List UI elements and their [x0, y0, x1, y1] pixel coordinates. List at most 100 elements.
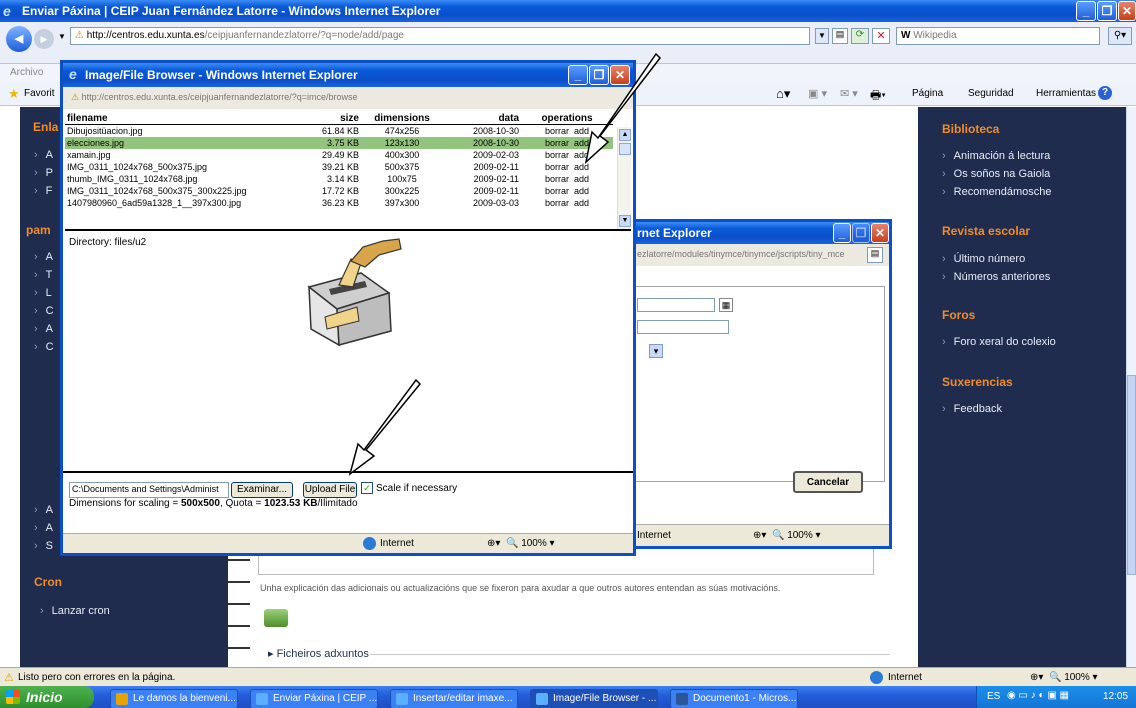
taskbar-button[interactable]: Enviar Páxina | CEIP ... — [250, 689, 378, 708]
stop-icon[interactable]: ✕ — [872, 28, 890, 44]
taskbar-button[interactable]: Documento1 - Micros... — [670, 689, 798, 708]
insert-maximize-button[interactable]: ❐ — [852, 223, 870, 243]
biblioteca-item[interactable]: Os soños na Gaiola — [942, 168, 1051, 180]
help-icon[interactable]: ? — [1098, 86, 1112, 100]
back-button[interactable]: ◀ — [6, 26, 32, 52]
close-button[interactable]: ✕ — [1118, 1, 1136, 21]
cell-filename[interactable]: xamain.jpg — [65, 149, 293, 161]
address-bar[interactable]: ⚠ http://centros.edu.xunta.es/ceipjuanfe… — [70, 27, 810, 45]
ie-task-icon — [256, 693, 268, 705]
search-button-icon[interactable]: ⚲▾ — [1108, 27, 1132, 45]
search-input[interactable]: W Wikipedia — [896, 27, 1100, 45]
language-indicator[interactable]: ES — [987, 691, 1000, 702]
minimize-button[interactable]: _ — [1076, 1, 1096, 21]
column-header-size[interactable]: size — [293, 113, 361, 125]
left-item[interactable]: F — [34, 185, 53, 197]
clock: 12:05 — [1103, 691, 1129, 702]
fb-globe-icon — [363, 537, 376, 550]
history-dropdown-icon[interactable]: ▼ — [58, 32, 66, 41]
left-item[interactable]: S — [34, 540, 53, 552]
left-item[interactable]: A — [34, 504, 53, 516]
scrollbar-thumb[interactable] — [1127, 375, 1136, 575]
left-item[interactable]: A — [34, 323, 53, 335]
print-icon[interactable]: 🖶▾ — [870, 86, 886, 107]
cell-filename[interactable]: 1407980960_6ad59a1328_1__397x300.jpg — [65, 197, 293, 209]
start-button[interactable]: Inicio — [0, 686, 94, 708]
home-icon[interactable]: ⌂▾ — [776, 86, 790, 102]
cell-dims: 397x300 — [384, 197, 420, 208]
refresh-icon[interactable]: ⟳ — [851, 28, 869, 44]
revista-item[interactable]: Último número — [942, 253, 1026, 265]
fb-statusbar: Internet ⊕▾ 🔍 100% ▾ — [63, 533, 633, 553]
cmd-seguridad[interactable]: Seguridad — [968, 88, 1014, 99]
start-label: Inicio — [26, 689, 63, 705]
cmd-pagina[interactable]: Página — [912, 88, 943, 99]
maximize-button[interactable]: ❐ — [1097, 1, 1117, 21]
cell-filename[interactable]: Dibujositüacion.jpg — [65, 125, 293, 137]
suxerencias-item[interactable]: Feedback — [942, 403, 1002, 415]
insert-compat-icon[interactable]: ▤ — [867, 247, 883, 263]
taskbar-button[interactable]: Insertar/editar imaxe... — [390, 689, 518, 708]
biblioteca-item[interactable]: Recomendámosche — [942, 186, 1052, 198]
cell-ops[interactable]: borrar add — [521, 185, 613, 197]
taskbar-button[interactable]: Le damos la bienveni... — [110, 689, 238, 708]
left-item[interactable]: C — [34, 341, 54, 353]
left-item[interactable]: A — [34, 149, 53, 161]
cmd-herramientas[interactable]: Herramientas — [1036, 88, 1096, 99]
cell-ops[interactable]: borrar add — [521, 197, 613, 209]
forward-button[interactable]: ▶ — [34, 29, 54, 49]
scale-checkbox[interactable]: ✓ — [361, 482, 373, 494]
attach-image-icon[interactable] — [264, 609, 288, 627]
status-zoom[interactable]: ⊕▾ 🔍 100% ▾ — [1030, 672, 1098, 683]
cell-filename[interactable]: thumb_IMG_0311_1024x768.jpg — [65, 173, 293, 185]
warning-icon[interactable]: ⚠ — [4, 671, 14, 684]
left-item[interactable]: A — [34, 251, 53, 263]
cell-ops[interactable]: borrar add — [521, 173, 613, 185]
insert-close-button[interactable]: ✕ — [871, 223, 889, 243]
taskbar-label: Insertar/editar imaxe... — [413, 693, 513, 704]
upload-button[interactable]: Upload File — [303, 482, 357, 498]
taskbar-button-active[interactable]: Image/File Browser - ... — [530, 689, 658, 708]
fb-zoom[interactable]: ⊕▾ 🔍 100% ▾ — [487, 538, 555, 549]
left-item[interactable]: T — [34, 269, 53, 281]
feeds-icon[interactable]: ▣ ▾ — [808, 87, 827, 100]
cell-filename[interactable]: elecciones.jpg — [65, 136, 293, 149]
favorites-button[interactable]: Favorit — [24, 88, 55, 99]
attachments-link[interactable]: ▸ Ficheiros adxuntos — [268, 647, 369, 660]
tray-icons[interactable]: ◉ ▭ ♪ ◐ ▣ ▦ — [1007, 690, 1069, 701]
column-header-filename[interactable]: filename — [65, 113, 293, 125]
left-item[interactable]: L — [34, 287, 52, 299]
column-header-dimensions[interactable]: dimensions — [361, 113, 443, 125]
address-dropdown-icon[interactable]: ▼ — [815, 28, 829, 44]
menu-archivo[interactable]: Archivo — [10, 67, 43, 78]
insert-zoom[interactable]: ⊕▾ 🔍 100% ▾ — [753, 530, 821, 541]
revista-item[interactable]: Números anteriores — [942, 271, 1051, 283]
page-scrollbar[interactable] — [1126, 107, 1136, 667]
file-path-input[interactable]: C:\Documents and Settings\Administ — [69, 482, 229, 498]
table-row[interactable]: Dibujositüacion.jpg 61.84 KB 474x256 2008-1… — [65, 125, 613, 137]
table-row[interactable]: IMG_0311_1024x768_500x375.jpg 39.21 KB 500… — [65, 161, 613, 173]
table-row-selected[interactable]: elecciones.jpg 3.75 KB 123x130 2008-10-30 bo… — [65, 136, 613, 149]
left-item[interactable]: A — [34, 522, 53, 534]
table-row[interactable]: xamain.jpg 29.49 KB 400x300 2009-02-03 borra… — [65, 149, 613, 161]
left-item[interactable]: P — [34, 167, 53, 179]
cron-title: Cron — [34, 575, 62, 589]
column-header-data[interactable]: data — [443, 113, 521, 125]
lanzar-cron-link[interactable]: Lanzar cron — [40, 605, 110, 617]
table-row[interactable]: 1407980960_6ad59a1328_1__397x300.jpg 36.2… — [65, 197, 613, 209]
left-item[interactable]: C — [34, 305, 54, 317]
insert-minimize-button[interactable]: _ — [833, 223, 851, 243]
cell-filename[interactable]: IMG_0311_1024x768_500x375.jpg — [65, 161, 293, 173]
browse-button[interactable]: Examinar... — [231, 482, 293, 498]
biblioteca-item[interactable]: Animación á lectura — [942, 150, 1051, 162]
mail-icon[interactable]: ✉ ▾ — [840, 87, 858, 100]
scroll-down-icon[interactable]: ▼ — [619, 215, 631, 227]
favorites-star-icon[interactable]: ★ — [8, 86, 20, 102]
table-row[interactable]: IMG_0311_1024x768_500x375_300x225.jpg 17.… — [65, 185, 613, 197]
compat-icon[interactable]: ▤ — [832, 28, 848, 44]
table-row[interactable]: thumb_IMG_0311_1024x768.jpg 3.14 KB 100x75… — [65, 173, 613, 185]
cell-filename[interactable]: IMG_0311_1024x768_500x375_300x225.jpg — [65, 185, 293, 197]
cancel-button[interactable]: Cancelar — [793, 471, 863, 493]
url-host: http://centros.edu.xunta.es — [86, 30, 205, 41]
foros-item[interactable]: Foro xeral do colexio — [942, 336, 1056, 348]
